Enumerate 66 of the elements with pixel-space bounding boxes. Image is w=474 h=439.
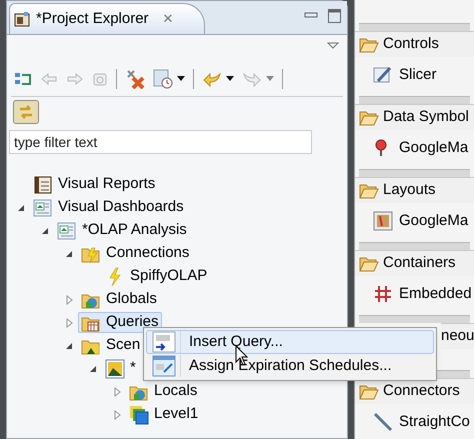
folder-icon	[359, 256, 379, 272]
palette-drawer-header[interactable]: Containers	[355, 250, 474, 276]
schedule-icon	[153, 68, 173, 88]
palette-item[interactable]: Slicer	[355, 57, 474, 93]
collapsed-triangle-icon[interactable]	[114, 410, 120, 420]
expanded-triangle-icon[interactable]	[41, 226, 49, 234]
palette-item[interactable]: GoogleMa	[355, 130, 474, 166]
tree-item[interactable]: *OLAP Analysis	[54, 220, 190, 241]
view-tab[interactable]: *Project Explorer ✕	[9, 3, 205, 34]
collapsed-triangle-icon[interactable]	[66, 294, 72, 304]
collapsed-triangle-icon[interactable]	[66, 318, 72, 328]
back-arrow-icon	[40, 72, 58, 86]
stacked-squares-icon	[129, 404, 149, 424]
expanded-triangle-icon[interactable]	[89, 364, 97, 372]
delete-icon	[125, 68, 145, 88]
pencil-table-icon	[373, 65, 393, 85]
palette-drawer-header[interactable]: neou	[441, 323, 474, 349]
expanded-triangle-icon[interactable]	[17, 204, 25, 212]
hash-icon	[373, 284, 393, 304]
swap-arrows-icon	[18, 104, 34, 120]
tree-item[interactable]: Globals	[78, 289, 160, 310]
filter-field[interactable]: type filter text	[9, 130, 312, 154]
undo-arrow-icon	[202, 70, 222, 88]
palette-drawer-header[interactable]: Layouts	[355, 177, 474, 203]
palette-item[interactable]: GoogleMa	[355, 203, 474, 239]
calendar-table-icon	[152, 355, 176, 377]
tree-item[interactable]: Level1	[126, 404, 202, 425]
dropdown-caret-icon	[226, 76, 234, 81]
map-thumbnail-icon	[373, 211, 393, 231]
forward-arrow-icon	[66, 72, 84, 86]
dashboard-icon	[33, 198, 53, 218]
collapsed-triangle-icon[interactable]	[114, 386, 120, 396]
redo-arrow-icon	[242, 70, 262, 88]
tree-item[interactable]: Visual Reports	[30, 174, 158, 195]
view-icon	[14, 11, 30, 27]
palette-drawer-header[interactable]: Controls	[355, 31, 474, 57]
view-menu-icon	[327, 42, 339, 48]
folder-icon	[359, 182, 379, 198]
menu-item[interactable]: Assign Expiration Schedules...	[146, 354, 434, 378]
tree-item[interactable]: Scen	[78, 335, 144, 356]
palette-item[interactable]: StraightCo	[355, 404, 474, 439]
palette-drawer-header[interactable]: Connectors	[355, 378, 474, 404]
dashboard-icon	[57, 220, 77, 240]
tab-title: *Project Explorer	[36, 8, 149, 29]
tree-item[interactable]: Queries	[78, 312, 162, 333]
book-icon	[33, 174, 53, 194]
maximize-icon	[328, 9, 341, 23]
folder-icon	[359, 384, 379, 400]
minimize-icon	[304, 12, 318, 20]
tree-item[interactable]: SpiffyOLAP	[102, 266, 210, 287]
tree-item[interactable]: *	[102, 358, 139, 379]
palette-drawer-header[interactable]: Data Symbol	[355, 104, 474, 130]
folder-icon	[359, 36, 379, 52]
dropdown-caret-icon	[266, 76, 274, 81]
expanded-triangle-icon[interactable]	[65, 342, 73, 350]
folder-icon	[359, 110, 379, 126]
tree-item[interactable]: Locals	[126, 381, 200, 402]
dropdown-caret-icon	[177, 76, 185, 81]
diagonal-line-icon	[373, 412, 393, 432]
image-icon	[105, 358, 125, 378]
menu-item[interactable]: Insert Query...	[146, 330, 434, 354]
palette-item[interactable]: Embedded	[355, 276, 474, 312]
tree-item[interactable]: Connections	[78, 243, 192, 264]
close-button[interactable]: ✕	[162, 9, 174, 29]
tree-item[interactable]: Visual Dashboards	[30, 197, 187, 218]
expanded-triangle-icon[interactable]	[65, 250, 73, 258]
